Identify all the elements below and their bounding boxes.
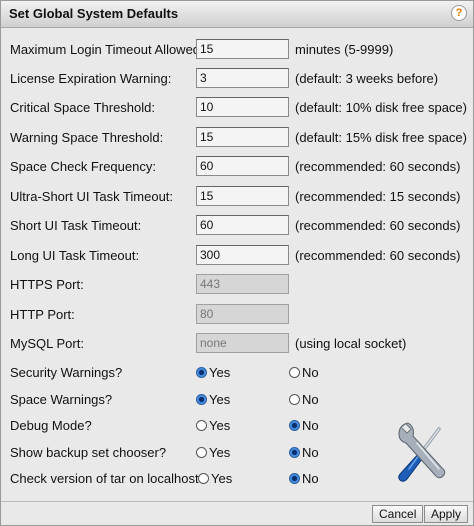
row-max-login-timeout: Maximum Login Timeout Allowed: minutes (… [1, 39, 473, 61]
field-label: Critical Space Threshold: [10, 100, 155, 115]
radio-label: Yes [211, 470, 233, 486]
radio-dot [196, 419, 207, 431]
apply-button[interactable]: Apply [424, 505, 469, 523]
radio-label: Yes [209, 417, 231, 433]
row-space-check-frequency: Space Check Frequency: (recommended: 60 … [1, 156, 473, 178]
system-defaults-dialog: Set Global System Defaults ? Maximum Log… [0, 0, 474, 526]
radio-label: Yes [209, 444, 231, 460]
ultra-short-ui-task-timeout-input[interactable] [196, 186, 289, 206]
security-warnings-no-radio[interactable]: No [289, 364, 319, 380]
check-tar-version-yes-radio[interactable]: Yes [198, 470, 232, 486]
row-security-warnings: Security Warnings? Yes No [1, 362, 473, 384]
field-hint: (recommended: 60 seconds) [295, 218, 461, 233]
radio-dot [289, 472, 300, 484]
https-port-input [196, 274, 289, 294]
row-long-ui-task-timeout: Long UI Task Timeout: (recommended: 60 s… [1, 245, 473, 267]
max-login-timeout-input[interactable] [196, 39, 289, 59]
mysql-port-input [196, 333, 289, 353]
row-warning-space-threshold: Warning Space Threshold: (default: 15% d… [1, 127, 473, 149]
radio-label: No [302, 470, 319, 486]
license-expiration-warning-input[interactable] [196, 68, 289, 88]
field-label: Debug Mode? [10, 418, 92, 433]
debug-mode-no-radio[interactable]: No [289, 417, 319, 433]
radio-dot [289, 366, 300, 378]
help-icon[interactable]: ? [451, 5, 467, 21]
field-label: HTTP Port: [10, 307, 75, 322]
row-short-ui-task-timeout: Short UI Task Timeout: (recommended: 60 … [1, 215, 473, 237]
dialog-title: Set Global System Defaults [9, 6, 179, 21]
critical-space-threshold-input[interactable] [196, 97, 289, 117]
warning-space-threshold-input[interactable] [196, 127, 289, 147]
field-label: Show backup set chooser? [10, 445, 167, 460]
row-critical-space-threshold: Critical Space Threshold: (default: 10% … [1, 97, 473, 119]
radio-dot [289, 419, 300, 431]
field-label: Ultra-Short UI Task Timeout: [10, 189, 174, 204]
space-warnings-yes-radio[interactable]: Yes [196, 391, 230, 407]
cancel-button[interactable]: Cancel [372, 505, 424, 523]
security-warnings-yes-radio[interactable]: Yes [196, 364, 230, 380]
field-hint: (recommended: 15 seconds) [295, 189, 461, 204]
field-hint: (recommended: 60 seconds) [295, 248, 461, 263]
field-hint: minutes (5-9999) [295, 42, 394, 57]
row-space-warnings: Space Warnings? Yes No [1, 389, 473, 411]
row-https-port: HTTPS Port: [1, 274, 473, 296]
field-label: HTTPS Port: [10, 277, 84, 292]
field-label: Maximum Login Timeout Allowed: [10, 42, 204, 57]
radio-dot [196, 366, 207, 378]
field-label: Long UI Task Timeout: [10, 248, 140, 263]
space-check-frequency-input[interactable] [196, 156, 289, 176]
field-hint: (default: 10% disk free space) [295, 100, 467, 115]
radio-label: No [302, 444, 319, 460]
radio-label: Yes [209, 391, 231, 407]
field-label: Space Check Frequency: [10, 159, 156, 174]
radio-label: Yes [209, 364, 231, 380]
radio-dot [196, 446, 207, 458]
show-backup-set-chooser-yes-radio[interactable]: Yes [196, 444, 230, 460]
radio-dot [289, 446, 300, 458]
row-ultra-short-ui-task-timeout: Ultra-Short UI Task Timeout: (recommende… [1, 186, 473, 208]
field-label: License Expiration Warning: [10, 71, 172, 86]
radio-label: No [302, 417, 319, 433]
http-port-input [196, 304, 289, 324]
radio-dot [198, 472, 209, 484]
row-http-port: HTTP Port: [1, 304, 473, 326]
check-tar-version-no-radio[interactable]: No [289, 470, 319, 486]
radio-dot [289, 393, 300, 405]
field-label: Check version of tar on localhost? [10, 471, 206, 486]
field-hint: (default: 3 weeks before) [295, 71, 439, 86]
field-label: MySQL Port: [10, 336, 84, 351]
radio-dot [196, 393, 207, 405]
radio-label: No [302, 364, 319, 380]
show-backup-set-chooser-no-radio[interactable]: No [289, 444, 319, 460]
tools-icon [398, 422, 446, 482]
field-hint: (default: 15% disk free space) [295, 130, 467, 145]
button-bar: Cancel Apply [1, 501, 473, 526]
field-hint: (recommended: 60 seconds) [295, 159, 461, 174]
field-label: Space Warnings? [10, 392, 113, 407]
debug-mode-yes-radio[interactable]: Yes [196, 417, 230, 433]
radio-label: No [302, 391, 319, 407]
title-bar: Set Global System Defaults ? [1, 1, 473, 28]
field-label: Warning Space Threshold: [10, 130, 164, 145]
field-label: Security Warnings? [10, 365, 123, 380]
long-ui-task-timeout-input[interactable] [196, 245, 289, 265]
space-warnings-no-radio[interactable]: No [289, 391, 319, 407]
field-label: Short UI Task Timeout: [10, 218, 142, 233]
row-mysql-port: MySQL Port: (using local socket) [1, 333, 473, 355]
row-license-expiration-warning: License Expiration Warning: (default: 3 … [1, 68, 473, 90]
field-hint: (using local socket) [295, 336, 407, 351]
short-ui-task-timeout-input[interactable] [196, 215, 289, 235]
